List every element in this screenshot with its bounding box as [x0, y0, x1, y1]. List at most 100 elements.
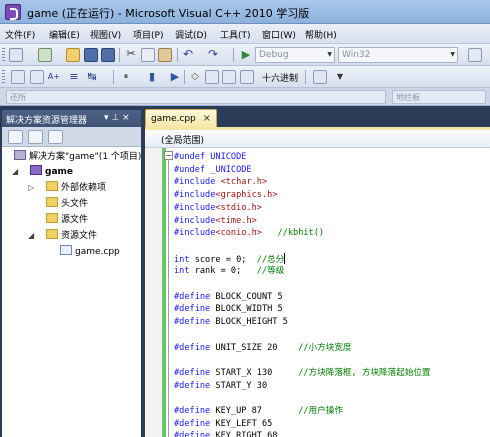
code-line[interactable]: #define KEY_RIGHT 68: [174, 430, 277, 437]
tree-item-resource-files[interactable]: 资源文件: [46, 229, 97, 243]
tree-item-external-dependencies[interactable]: 外部依赖项: [46, 181, 106, 195]
code-line[interactable]: #define BLOCK_COUNT 5: [174, 291, 283, 303]
menu-view[interactable]: 视图(V): [90, 28, 121, 41]
navigation-bar: (全局范围): [145, 130, 490, 148]
step-out-icon[interactable]: ▶: [168, 70, 182, 84]
collapse-outline-icon[interactable]: −: [164, 151, 173, 160]
menu-project[interactable]: 项目(P): [133, 28, 163, 41]
code-token: <graphics.h>: [215, 190, 278, 201]
code-token: //小方块宽度: [298, 342, 352, 353]
tree-item-game-cpp[interactable]: game.cpp: [60, 245, 120, 259]
toolbar-separator: [184, 70, 185, 84]
code-line[interactable]: #include<conio.h> //kbhit(): [174, 227, 324, 239]
code-line[interactable]: #include<time.h>: [174, 215, 257, 227]
tree-item-solution[interactable]: 解决方案"game"(1 个项目): [14, 150, 141, 164]
code-line[interactable]: int score = 0; //总分: [174, 252, 286, 265]
code-token: //kbhit(): [277, 228, 325, 239]
undo-icon[interactable]: ↶: [181, 48, 195, 62]
standard-toolbar: ✂ ↶ ↷ ▶ Debug Win32: [0, 44, 490, 66]
toolbar-grip[interactable]: [2, 48, 5, 62]
paste-icon[interactable]: [158, 48, 172, 62]
toolbar-separator: [177, 48, 178, 62]
panel-controls[interactable]: ▾ ⊥ ×: [104, 113, 130, 123]
select-icon[interactable]: [30, 70, 44, 84]
select-icon[interactable]: [11, 70, 25, 84]
code-token: #define: [174, 342, 211, 353]
code-token: #define: [174, 367, 211, 378]
cut-icon[interactable]: ✂: [124, 48, 138, 62]
collapse-arrow-icon[interactable]: ◢: [12, 167, 18, 176]
code-line[interactable]: int rank = 0; //等级: [174, 265, 284, 277]
save-all-icon[interactable]: [101, 48, 115, 62]
code-token: //等级: [256, 266, 285, 277]
code-token: BLOCK_WIDTH 5: [210, 304, 283, 315]
code-line[interactable]: #define START_X 130 //方块降落框, 方块降落起始位置: [174, 367, 431, 379]
registers-icon[interactable]: [222, 70, 236, 84]
code-token: <time.h>: [215, 215, 257, 226]
threads-icon[interactable]: [240, 70, 254, 84]
properties-icon[interactable]: [8, 130, 23, 144]
code-line[interactable]: #define KEY_UP 87 //用户操作: [174, 405, 343, 417]
code-line[interactable]: #include<stdio.h>: [174, 202, 262, 214]
refresh-icon[interactable]: [48, 130, 63, 144]
toolbar-separator: [113, 70, 114, 84]
hexadecimal-toggle[interactable]: 十六进制: [262, 71, 298, 84]
scope-left-box[interactable]: 还所: [6, 90, 386, 104]
code-line[interactable]: #undef _UNICODE: [174, 164, 252, 176]
show-all-files-icon[interactable]: [28, 130, 43, 144]
save-icon[interactable]: [84, 48, 98, 62]
menu-edit[interactable]: 编辑(E): [49, 28, 80, 41]
font-size-icon[interactable]: A+: [47, 70, 61, 84]
tree-item-source-files[interactable]: 源文件: [46, 213, 88, 227]
tab-game-cpp[interactable]: game.cpp ×: [145, 109, 217, 128]
indent-icon[interactable]: ≡: [67, 70, 81, 84]
breakpoint-icon[interactable]: ◇: [188, 70, 202, 84]
new-project-icon[interactable]: [9, 48, 23, 62]
code-line[interactable]: #include<graphics.h>: [174, 189, 278, 201]
toolbar-grip[interactable]: [2, 70, 5, 84]
tree-item-project[interactable]: game: [30, 165, 73, 179]
menu-file[interactable]: 文件(F): [5, 28, 35, 41]
redo-icon[interactable]: ↷: [206, 48, 220, 62]
outline-line: [168, 160, 169, 437]
step-over-icon[interactable]: ▮: [145, 70, 159, 84]
scope-right-box[interactable]: 地栏板: [392, 90, 486, 104]
menu-bar: 文件(F) 编辑(E) 视图(V) 项目(P) 调试(D) 工具(T) 窗口(W…: [0, 24, 490, 44]
code-token: #define: [174, 291, 211, 302]
open-file-icon[interactable]: [66, 48, 80, 62]
chevron-down-icon[interactable]: ▼: [333, 70, 347, 84]
step-into-icon[interactable]: ⏸: [119, 70, 133, 84]
add-item-icon[interactable]: [38, 48, 52, 62]
visual-studio-icon: [5, 4, 21, 20]
menu-tools[interactable]: 工具(T): [220, 28, 251, 41]
solution-platform-select[interactable]: Win32: [338, 47, 458, 63]
collapse-arrow-icon[interactable]: ◢: [28, 231, 34, 240]
output-window-icon[interactable]: [313, 70, 327, 84]
code-token: <stdio.h>: [215, 202, 262, 213]
code-line[interactable]: #include <tchar.h>: [174, 176, 267, 188]
solution-icon: [14, 150, 26, 160]
memory-icon[interactable]: [205, 70, 219, 84]
start-debugging-icon[interactable]: ▶: [239, 48, 253, 62]
code-line[interactable]: #define BLOCK_HEIGHT 5: [174, 316, 288, 328]
code-line[interactable]: #define KEY_LEFT 65: [174, 418, 272, 430]
close-icon[interactable]: ×: [203, 113, 211, 124]
copy-icon[interactable]: [141, 48, 155, 62]
menu-window[interactable]: 窗口(W): [262, 28, 296, 41]
title-bar: game (正在运行) - Microsoft Visual C++ 2010 …: [0, 0, 490, 24]
code-line[interactable]: #undef UNICODE: [174, 151, 246, 163]
find-icon[interactable]: [468, 48, 482, 62]
outdent-icon[interactable]: ↹: [85, 70, 99, 84]
code-line[interactable]: #define BLOCK_WIDTH 5: [174, 303, 283, 315]
tree-item-header-files[interactable]: 头文件: [46, 197, 88, 211]
code-line[interactable]: #define UNIT_SIZE 20 //小方块宽度: [174, 342, 352, 354]
solution-configuration-select[interactable]: Debug: [255, 47, 335, 63]
code-token: #define: [174, 317, 211, 328]
code-line[interactable]: #define START_Y 30: [174, 380, 267, 392]
menu-help[interactable]: 帮助(H): [305, 28, 337, 41]
menu-debug[interactable]: 调试(D): [175, 28, 207, 41]
indicator-margin[interactable]: [145, 148, 162, 437]
code-token: //方块降落框, 方块降落起始位置: [298, 367, 431, 378]
scope-dropdown[interactable]: (全局范围): [161, 133, 204, 146]
expand-arrow-icon[interactable]: ▷: [28, 183, 34, 192]
